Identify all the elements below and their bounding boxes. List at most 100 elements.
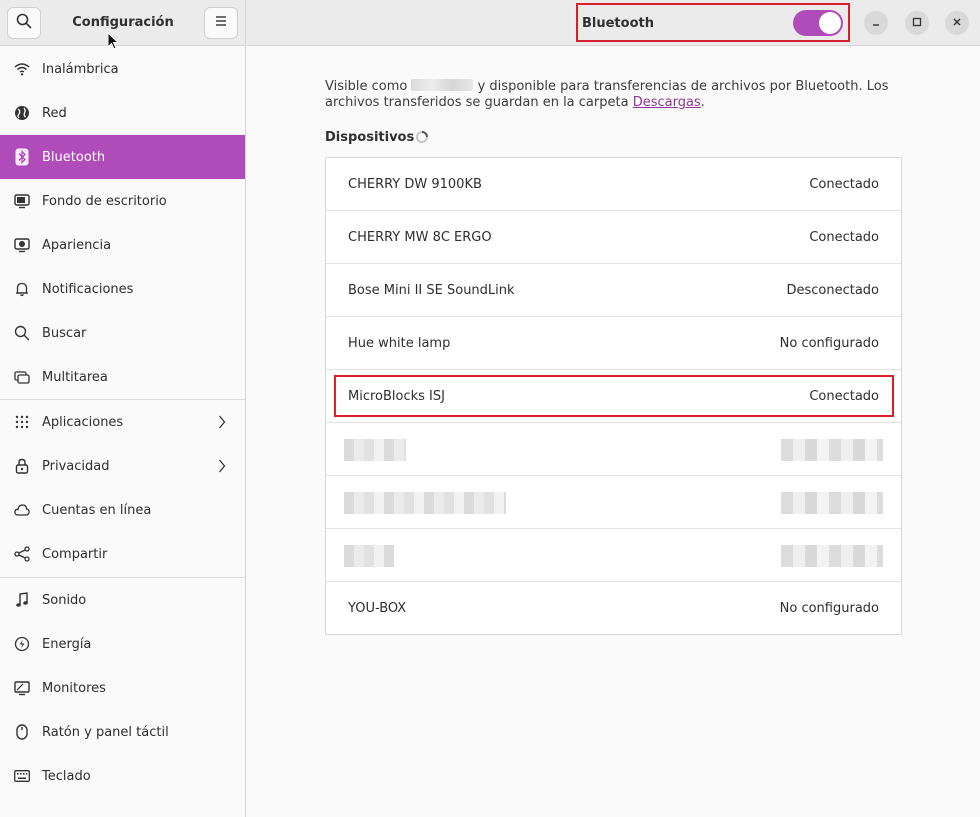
sidebar-item-sonido[interactable]: Sonido	[0, 578, 245, 622]
wifi-icon	[13, 60, 31, 78]
search-icon	[16, 13, 32, 33]
sidebar-item-label: Apariencia	[42, 237, 112, 253]
appearance-icon	[13, 236, 31, 254]
globe-icon	[13, 104, 31, 122]
apps-grid-icon	[13, 413, 31, 431]
multitask-icon	[13, 368, 31, 386]
sidebar-item-label: Fondo de escritorio	[42, 193, 167, 209]
redacted-status	[781, 545, 883, 567]
sidebar-item-aplicaciones[interactable]: Aplicaciones	[0, 400, 245, 444]
sidebar-item-label: Inalámbrica	[42, 61, 119, 77]
device-status: No configurado	[779, 336, 879, 351]
devices-heading: Dispositivos	[325, 130, 415, 145]
description-prefix: Visible como	[325, 79, 408, 94]
minimize-button[interactable]	[864, 11, 888, 35]
lock-icon	[13, 457, 31, 475]
downloads-link[interactable]: Descargas	[633, 95, 701, 110]
sidebar-item-inalambrica[interactable]: Inalámbrica	[0, 47, 245, 91]
sidebar-item-bluetooth[interactable]: Bluetooth	[0, 135, 245, 179]
wallpaper-icon	[13, 192, 31, 210]
sidebar-item-privacidad[interactable]: Privacidad	[0, 444, 245, 488]
maximize-button[interactable]	[905, 11, 929, 35]
hamburger-icon	[215, 15, 227, 31]
sidebar-item-multitarea[interactable]: Multitarea	[0, 355, 245, 399]
device-row[interactable]: CHERRY DW 9100KB Conectado	[326, 158, 901, 211]
description-suffix: .	[700, 95, 705, 110]
panel-title: Bluetooth	[582, 16, 654, 31]
mouse-pointer-icon	[107, 32, 120, 50]
redacted-name	[344, 545, 394, 567]
sidebar-item-label: Cuentas en línea	[42, 502, 152, 518]
sidebar-item-label: Aplicaciones	[42, 414, 124, 430]
sidebar: Inalámbrica Red Bluetooth Fondo de escri…	[0, 46, 246, 817]
sidebar-item-buscar[interactable]: Buscar	[0, 311, 245, 355]
device-status: Conectado	[809, 389, 879, 404]
app-title: Configuración	[72, 15, 174, 30]
sidebar-item-red[interactable]: Red	[0, 91, 245, 135]
device-row[interactable]: Hue white lamp No configurado	[326, 317, 901, 370]
sidebar-item-compartir[interactable]: Compartir	[0, 532, 245, 576]
chevron-right-icon	[217, 457, 227, 475]
close-button[interactable]	[945, 11, 969, 35]
sidebar-item-label: Buscar	[42, 325, 87, 341]
maximize-icon	[912, 16, 922, 30]
music-note-icon	[13, 591, 31, 609]
device-row-redacted[interactable]	[326, 529, 901, 582]
sidebar-item-label: Privacidad	[42, 458, 110, 474]
device-name: Bose Mini II SE SoundLink	[348, 283, 515, 298]
redacted-device-name	[411, 79, 474, 91]
device-status: No configurado	[779, 601, 879, 616]
minimize-icon	[871, 16, 881, 30]
device-status: Conectado	[809, 177, 879, 192]
sidebar-item-monitores[interactable]: Monitores	[0, 666, 245, 710]
sidebar-item-label: Compartir	[42, 546, 108, 562]
device-status: Conectado	[809, 230, 879, 245]
device-row[interactable]: CHERRY MW 8C ERGO Conectado	[326, 211, 901, 264]
spinner-icon	[416, 131, 428, 143]
chevron-right-icon	[217, 413, 227, 431]
sidebar-item-label: Energía	[42, 636, 92, 652]
sidebar-item-label: Notificaciones	[42, 281, 134, 297]
sidebar-item-label: Teclado	[42, 768, 91, 784]
bell-icon	[13, 280, 31, 298]
search-button[interactable]	[7, 7, 41, 39]
device-row-highlighted[interactable]: MicroBlocks ISJ Conectado	[326, 370, 901, 423]
sidebar-item-raton[interactable]: Ratón y panel táctil	[0, 710, 245, 754]
power-icon	[13, 635, 31, 653]
sidebar-item-cuentas[interactable]: Cuentas en línea	[0, 488, 245, 532]
redacted-name	[344, 492, 506, 514]
devices-list: CHERRY DW 9100KB Conectado CHERRY MW 8C …	[325, 157, 902, 635]
sidebar-item-apariencia[interactable]: Apariencia	[0, 223, 245, 267]
device-name: CHERRY DW 9100KB	[348, 177, 482, 192]
device-name: YOU-BOX	[348, 601, 407, 616]
sidebar-item-label: Bluetooth	[42, 149, 106, 165]
sidebar-header: Configuración	[0, 0, 246, 46]
close-icon	[952, 16, 962, 30]
bluetooth-icon	[13, 148, 31, 166]
sidebar-item-energia[interactable]: Energía	[0, 622, 245, 666]
bluetooth-panel: Visible como y disponible para transfere…	[247, 47, 980, 817]
share-icon	[13, 545, 31, 563]
mouse-icon	[13, 723, 31, 741]
sidebar-item-label: Sonido	[42, 592, 87, 608]
sidebar-item-label: Ratón y panel táctil	[42, 724, 169, 740]
device-name: CHERRY MW 8C ERGO	[348, 230, 492, 245]
device-status: Desconectado	[786, 283, 879, 298]
device-row-redacted[interactable]	[326, 476, 901, 529]
monitor-icon	[13, 679, 31, 697]
redacted-status	[781, 492, 883, 514]
sidebar-item-fondo[interactable]: Fondo de escritorio	[0, 179, 245, 223]
cloud-icon	[13, 501, 31, 519]
main-menu-button[interactable]	[204, 7, 238, 39]
toggle-knob	[819, 12, 841, 34]
device-row-redacted[interactable]	[326, 423, 901, 476]
sidebar-item-notificaciones[interactable]: Notificaciones	[0, 267, 245, 311]
device-row[interactable]: Bose Mini II SE SoundLink Desconectado	[326, 264, 901, 317]
visibility-description: Visible como y disponible para transfere…	[325, 79, 915, 111]
bluetooth-toggle[interactable]	[793, 10, 843, 36]
search-icon	[13, 324, 31, 342]
sidebar-item-teclado[interactable]: Teclado	[0, 754, 245, 798]
device-row[interactable]: YOU-BOX No configurado	[326, 582, 901, 635]
sidebar-item-label: Red	[42, 105, 67, 121]
content-header: Bluetooth	[246, 0, 980, 46]
